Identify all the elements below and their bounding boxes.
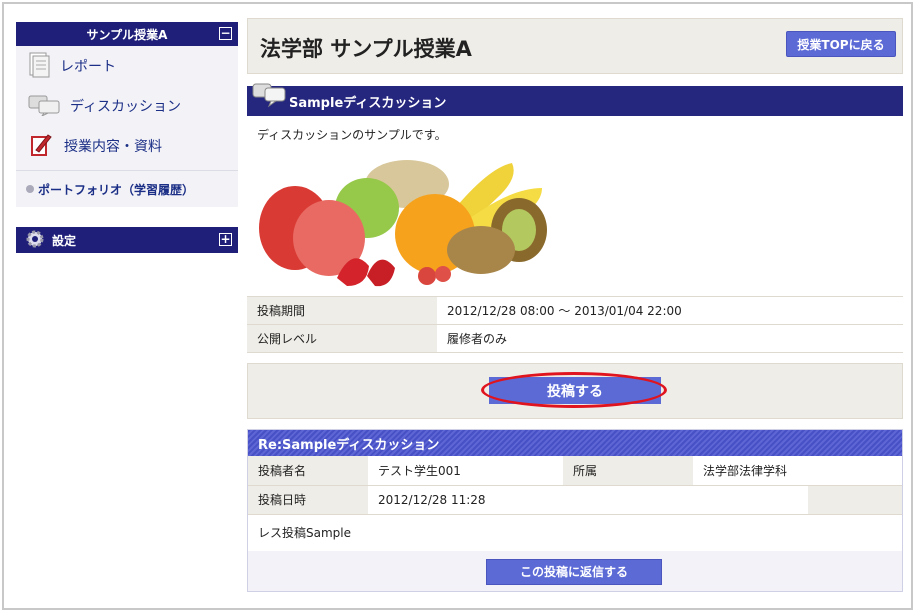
- course-menu: サンプル授業A − レポート ディスカッション 授業内容・資料 ポートフォリオ（…: [16, 22, 238, 207]
- discussion-description: ディスカッションのサンプルです。: [257, 128, 447, 142]
- portfolio-link[interactable]: ポートフォリオ（学習履歴）: [38, 181, 194, 198]
- discussion-title: Sampleディスカッション: [289, 95, 447, 111]
- gear-icon: [24, 228, 46, 253]
- back-to-course-top-button[interactable]: 授業TOPに戻る: [786, 31, 896, 57]
- discussion-header: Sampleディスカッション: [247, 83, 903, 116]
- reply-header: Re:Sampleディスカッション: [248, 430, 902, 456]
- settings-header[interactable]: 設定 +: [16, 227, 238, 253]
- discussion-info-table: 投稿期間 2012/12/28 08:00 〜 2013/01/04 22:00…: [247, 296, 903, 353]
- reply-to-post-button[interactable]: この投稿に返信する: [486, 558, 662, 585]
- affiliation-value: 法学部法律学科: [693, 456, 902, 486]
- course-menu-header: サンプル授業A −: [16, 22, 238, 46]
- table-row: 公開レベル 履修者のみ: [247, 324, 903, 353]
- main-content: 法学部 サンプル授業A 授業TOPに戻る Sampleディスカッション ディスカ…: [247, 18, 903, 592]
- expand-icon[interactable]: +: [219, 233, 232, 246]
- info-key: 公開レベル: [247, 324, 437, 353]
- table-row: 投稿日時 2012/12/28 11:28: [248, 485, 902, 515]
- settings-label: 設定: [52, 233, 77, 248]
- info-key: 投稿期間: [247, 296, 437, 325]
- empty-cell: [693, 485, 902, 515]
- reply-post: Re:Sampleディスカッション 投稿者名 テスト学生001 所属 法学部法律…: [247, 429, 903, 592]
- sidebar-item-portfolio[interactable]: ポートフォリオ（学習履歴）: [16, 171, 238, 207]
- author-value: テスト学生001: [368, 456, 563, 486]
- sidebar-item-label: 授業内容・資料: [64, 139, 162, 155]
- info-value: 2012/12/28 08:00 〜 2013/01/04 22:00: [437, 296, 903, 325]
- fruit-image: [247, 148, 903, 288]
- sidebar-item-label: レポート: [60, 59, 116, 75]
- sidebar-item-report[interactable]: レポート: [16, 46, 238, 86]
- sidebar-item-label: ディスカッション: [70, 99, 182, 115]
- table-row: 投稿者名 テスト学生001 所属 法学部法律学科: [248, 456, 902, 486]
- reply-footer: この投稿に返信する: [248, 550, 902, 591]
- reply-meta-table: 投稿者名 テスト学生001 所属 法学部法律学科 投稿日時 2012/12/28…: [248, 456, 902, 515]
- collapse-icon[interactable]: −: [219, 27, 232, 40]
- sidebar-item-materials[interactable]: 授業内容・資料: [16, 126, 238, 166]
- date-value: 2012/12/28 11:28: [368, 485, 693, 515]
- course-title: サンプル授業A: [86, 27, 168, 42]
- page-title: 法学部 サンプル授業A: [260, 37, 472, 61]
- discussion-bubble-icon: [251, 80, 287, 112]
- fruit-illustration: [257, 158, 551, 288]
- highlight-ring: [481, 372, 667, 408]
- bullet-icon: [26, 185, 34, 193]
- materials-icon: [28, 132, 54, 161]
- info-value: 履修者のみ: [437, 324, 903, 353]
- report-icon: [28, 52, 50, 81]
- post-area: 投稿する: [247, 363, 903, 419]
- sidebar-item-discussion[interactable]: ディスカッション: [16, 86, 238, 126]
- sidebar: サンプル授業A − レポート ディスカッション 授業内容・資料 ポートフォリオ（…: [16, 22, 238, 253]
- date-label: 投稿日時: [248, 485, 368, 515]
- discussion-icon: [28, 94, 60, 119]
- affiliation-label: 所属: [563, 456, 693, 486]
- author-label: 投稿者名: [248, 456, 368, 486]
- title-bar: 法学部 サンプル授業A 授業TOPに戻る: [247, 18, 903, 74]
- table-row: 投稿期間 2012/12/28 08:00 〜 2013/01/04 22:00: [247, 296, 903, 325]
- reply-body: レス投稿Sample: [258, 526, 351, 540]
- window-frame: サンプル授業A − レポート ディスカッション 授業内容・資料 ポートフォリオ（…: [2, 2, 913, 610]
